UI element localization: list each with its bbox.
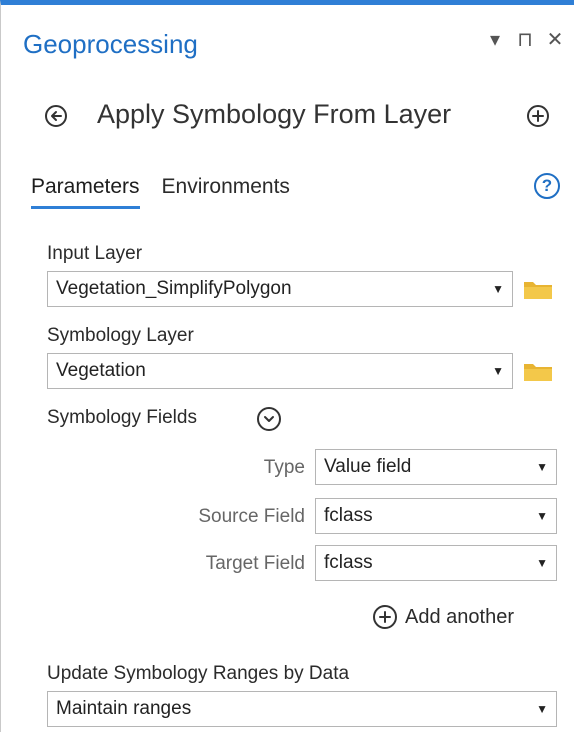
plus-icon[interactable] bbox=[527, 105, 549, 127]
add-circle-icon bbox=[373, 605, 397, 629]
source-field-label: Source Field bbox=[198, 506, 305, 527]
type-label: Type bbox=[263, 457, 305, 478]
dropdown-arrow-icon: ▼ bbox=[536, 460, 548, 474]
tool-title: Apply Symbology From Layer bbox=[97, 99, 452, 129]
input-layer-value: Vegetation_SimplifyPolygon bbox=[56, 278, 292, 299]
tab-parameters[interactable]: Parameters bbox=[31, 175, 140, 209]
help-icon[interactable]: ? bbox=[534, 173, 560, 199]
dropdown-arrow-icon: ▼ bbox=[492, 282, 504, 296]
source-field-value: fclass bbox=[324, 505, 373, 526]
back-arrow-icon[interactable] bbox=[45, 105, 67, 127]
pane-title: Geoprocessing bbox=[23, 29, 198, 59]
add-another-button[interactable]: Add another bbox=[373, 605, 514, 629]
tool-header: Apply Symbology From Layer bbox=[1, 97, 574, 137]
dropdown-arrow-icon: ▼ bbox=[536, 509, 548, 523]
chevron-down-icon[interactable]: ▾ bbox=[486, 27, 504, 52]
folder-icon[interactable] bbox=[523, 360, 553, 382]
symbology-fields-label: Symbology Fields bbox=[47, 407, 197, 428]
target-field-dropdown[interactable]: fclass ▼ bbox=[315, 545, 557, 581]
update-ranges-dropdown[interactable]: Maintain ranges ▼ bbox=[47, 691, 557, 727]
symbology-layer-value: Vegetation bbox=[56, 360, 146, 381]
expand-chevron-icon[interactable] bbox=[257, 407, 281, 431]
type-dropdown[interactable]: Value field ▼ bbox=[315, 449, 557, 485]
add-another-label: Add another bbox=[405, 605, 514, 628]
tab-environments[interactable]: Environments bbox=[162, 175, 290, 199]
geoprocessing-pane: Geoprocessing ▾ ⊓ ✕ Apply Symbology From… bbox=[0, 0, 574, 732]
close-icon[interactable]: ✕ bbox=[546, 27, 564, 52]
symbology-layer-dropdown[interactable]: Vegetation ▼ bbox=[47, 353, 513, 389]
dropdown-arrow-icon: ▼ bbox=[536, 556, 548, 570]
update-ranges-value: Maintain ranges bbox=[56, 698, 192, 719]
target-field-value: fclass bbox=[324, 552, 373, 573]
pin-icon[interactable]: ⊓ bbox=[516, 27, 534, 52]
target-field-label: Target Field bbox=[205, 553, 305, 574]
input-layer-dropdown[interactable]: Vegetation_SimplifyPolygon ▼ bbox=[47, 271, 513, 307]
folder-icon[interactable] bbox=[523, 278, 553, 300]
source-field-dropdown[interactable]: fclass ▼ bbox=[315, 498, 557, 534]
dropdown-arrow-icon: ▼ bbox=[492, 364, 504, 378]
input-layer-label: Input Layer bbox=[47, 243, 143, 264]
symbology-layer-label: Symbology Layer bbox=[47, 325, 194, 346]
dropdown-arrow-icon: ▼ bbox=[536, 702, 548, 716]
pane-controls: ▾ ⊓ ✕ bbox=[486, 27, 564, 52]
type-value: Value field bbox=[324, 456, 412, 477]
tab-strip: Parameters Environments bbox=[31, 175, 290, 209]
update-ranges-label: Update Symbology Ranges by Data bbox=[47, 663, 350, 684]
